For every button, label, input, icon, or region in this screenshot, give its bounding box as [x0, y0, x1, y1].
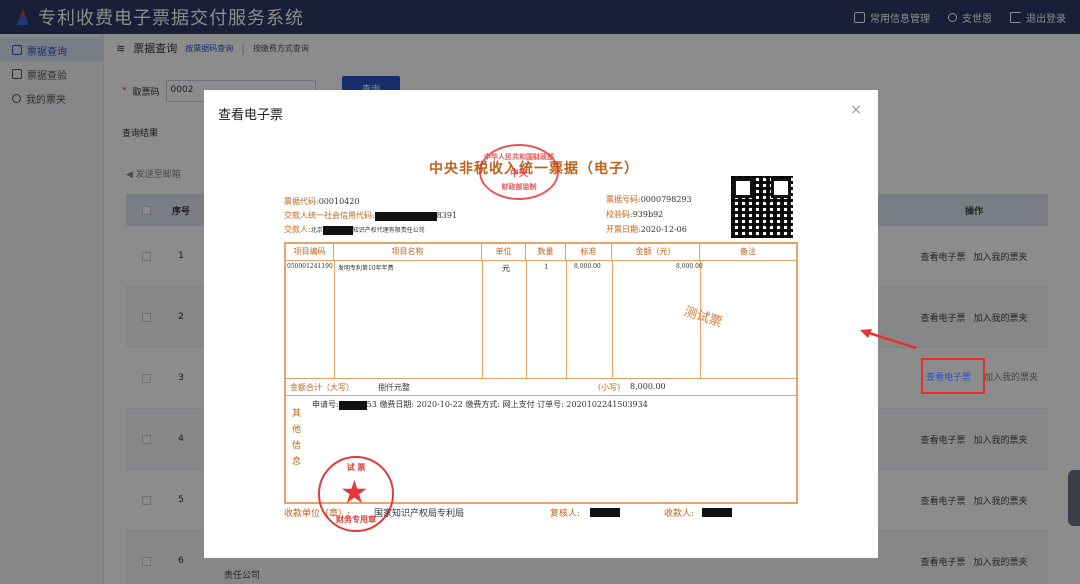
- col-item-name: 项目名称: [334, 244, 482, 260]
- star-icon: ★: [340, 473, 369, 511]
- pay-date: 缴费日期: 2020-10-22: [379, 400, 463, 409]
- redaction-block: [338, 400, 367, 410]
- finance-stamp: 试 票 ★ 财务专用章: [318, 456, 394, 532]
- order-number: 订单号: 2020102241503934: [537, 400, 648, 409]
- col-standard: 标准: [566, 244, 612, 260]
- date-label: 开票日期:: [606, 225, 641, 234]
- invoice-header-row: 项目编码 项目名称 单位 数量 标准 金额（元） 备注: [286, 244, 796, 261]
- apply-tail: 53: [366, 400, 377, 409]
- grid-line: [612, 261, 613, 378]
- payer-name: 交款人:北京 知识产权代理有限责任公司: [284, 224, 425, 235]
- item-amount: 8,000.00: [676, 263, 703, 270]
- redaction-block: [322, 225, 353, 235]
- test-watermark: 测试票: [682, 304, 724, 331]
- grid-line: [334, 261, 335, 378]
- item-name: 发明专利第10年年费: [338, 265, 394, 272]
- redaction-block: [590, 508, 620, 517]
- other-info-label: 其 他 信 息: [292, 406, 304, 470]
- other-char: 他: [292, 425, 302, 435]
- modal-title: 查看电子票: [218, 108, 284, 123]
- annotation-arrow-icon: [860, 329, 917, 350]
- payer-label: 交款人:: [284, 225, 311, 234]
- seal-text-bottom: 财政部监制: [501, 182, 537, 191]
- col-amount: 金额（元）: [612, 244, 700, 260]
- check-value: 939b92: [632, 210, 664, 219]
- payer-tail: 知识产权代理有限责任公司: [352, 227, 425, 234]
- reviewer-label: 复核人:: [550, 509, 581, 519]
- side-drawer-handle[interactable]: [1068, 470, 1080, 526]
- col-item-code: 项目编码: [286, 244, 334, 260]
- col-note: 备注: [740, 247, 756, 256]
- invoice-code: 票据代码:00010420: [284, 196, 359, 207]
- close-icon[interactable]: ×: [850, 102, 862, 118]
- item-qty: 1: [544, 263, 549, 271]
- payee-label: 收款单位（章）:: [284, 509, 351, 519]
- collector-label: 收款人:: [664, 509, 695, 519]
- sum-small: 8,000.00: [630, 382, 666, 391]
- payee-value: 国家知识产权局专利局: [374, 509, 465, 519]
- col-unit: 单位: [482, 244, 526, 260]
- other-char: 息: [292, 457, 302, 467]
- payer-credit-code: 交款人统一社会信用代码: 8391: [284, 210, 457, 221]
- sum-small-label: (小写): [598, 383, 621, 392]
- col-qty: 数量: [526, 244, 566, 260]
- other-info-text: 申请号: 53 缴费日期: 2020-10-22 缴费方式: 网上支付 订单号: …: [312, 399, 648, 410]
- redaction-block: [702, 508, 732, 517]
- qr-code-icon: [731, 176, 793, 238]
- electronic-invoice: 中央非税收入统一票据（电子） 中华人民共和国财政部 中央 财政部监制 票据代码:…: [284, 144, 804, 540]
- finance-seal-stamp: 中华人民共和国财政部 中央 财政部监制: [479, 144, 559, 200]
- grid-line: [526, 261, 527, 378]
- seal-text-top: 中华人民共和国财政部: [484, 152, 554, 161]
- other-char: 信: [292, 441, 302, 451]
- highlight-box: [921, 358, 985, 394]
- credit-tail: 8391: [436, 211, 458, 220]
- invoice-items-table: 项目编码 项目名称 单位 数量 标准 金额（元） 备注 050901241190…: [284, 242, 798, 532]
- item-unit: 元: [502, 264, 510, 273]
- check-label: 校验码:: [606, 210, 633, 219]
- credit-label: 交款人统一社会信用代码:: [284, 211, 375, 220]
- code-value: 00010420: [318, 197, 360, 206]
- invoice-number: 票据号码:0000798293: [606, 194, 692, 205]
- seal-text-mid: 中央: [509, 169, 528, 179]
- item-standard: 8,000.00: [574, 263, 601, 270]
- sum-row: 金额合计（大写） 捌仟元整 (小写) 8,000.00: [286, 378, 796, 396]
- number-label: 票据号码:: [606, 195, 641, 204]
- grid-line: [482, 261, 483, 378]
- check-code: 校验码:939b92: [606, 209, 663, 220]
- grid-line: [566, 261, 567, 378]
- number-value: 0000798293: [640, 195, 692, 204]
- stamp-text-top: 试 票: [346, 462, 366, 472]
- other-char: 其: [292, 409, 302, 419]
- apply-label: 申请号:: [312, 400, 339, 409]
- date-value: 2020-12-06: [640, 225, 687, 234]
- redaction-block: [374, 211, 437, 221]
- pay-way: 缴费方式: 网上支付: [465, 400, 535, 409]
- code-label: 票据代码:: [284, 197, 319, 206]
- add-folder-link[interactable]: 加入我的票夹: [984, 370, 1038, 383]
- sum-text: 捌仟元整: [378, 383, 410, 392]
- issue-date: 开票日期:2020-12-06: [606, 224, 687, 235]
- view-ticket-modal: 查看电子票 × 中央非税收入统一票据（电子） 中华人民共和国财政部 中央 财政部…: [204, 90, 878, 558]
- item-code: 050901241190: [287, 263, 333, 270]
- sum-label: 金额合计（大写）: [290, 383, 354, 392]
- payer-prefix: 北京: [310, 227, 323, 234]
